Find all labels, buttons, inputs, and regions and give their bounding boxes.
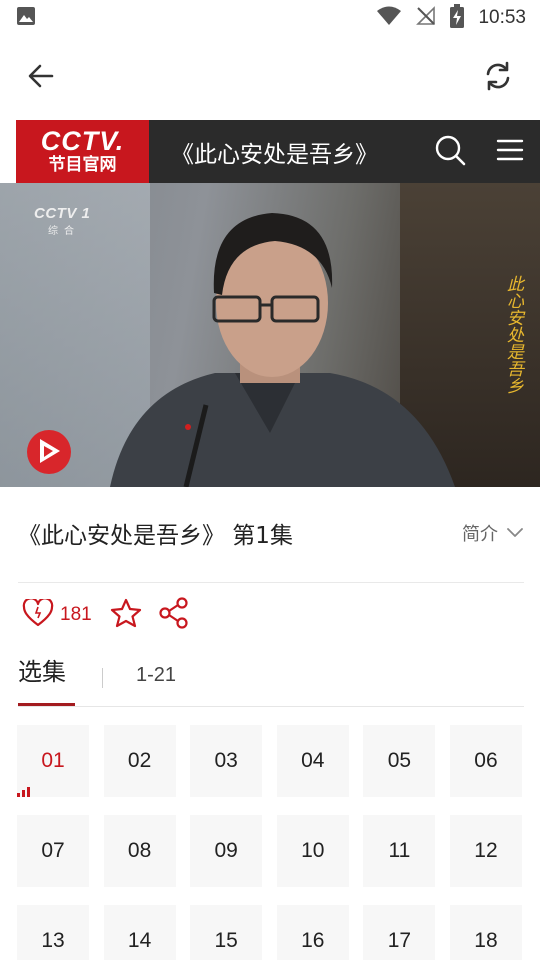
back-arrow-icon[interactable] xyxy=(26,61,56,95)
episode-button[interactable]: 01 xyxy=(17,725,89,797)
episode-number: 13 xyxy=(41,929,65,952)
episode-button[interactable]: 05 xyxy=(363,725,436,797)
now-playing-icon xyxy=(17,787,30,797)
episode-number: 01 xyxy=(41,749,65,772)
channel-logo: CCTV 1 综合 xyxy=(34,205,90,237)
episode-number: 14 xyxy=(127,929,152,952)
app-bar xyxy=(0,36,540,120)
episode-number: 02 xyxy=(127,749,152,772)
episode-number: 18 xyxy=(474,929,498,952)
episode-number: 06 xyxy=(474,749,498,772)
episode-button[interactable]: 16 xyxy=(276,905,349,960)
episode-number: 04 xyxy=(301,749,325,772)
site-title: 《此心安处是吾乡》 xyxy=(171,141,378,168)
logo-line2: 节目官网 xyxy=(48,154,117,175)
episode-number: 03 xyxy=(214,749,238,772)
episode-button[interactable]: 14 xyxy=(103,905,176,960)
episode-number: 17 xyxy=(387,929,412,952)
status-time: 10:53 xyxy=(478,7,526,28)
episode-button[interactable]: 04 xyxy=(276,725,349,797)
video-player[interactable]: CCTV 1 综合 此心安处是吾乡 xyxy=(0,183,540,487)
episode-number: 11 xyxy=(388,839,411,862)
episode-button[interactable]: 10 xyxy=(276,815,349,887)
star-icon[interactable] xyxy=(110,598,142,632)
episode-button[interactable]: 02 xyxy=(103,725,176,797)
episode-button[interactable]: 12 xyxy=(449,815,522,887)
image-icon xyxy=(16,6,36,30)
episode-title: 《此心安处是吾乡》 第1集 xyxy=(18,523,293,549)
tabs-divider xyxy=(18,706,524,707)
like-count: 181 xyxy=(60,604,92,625)
episode-button[interactable]: 13 xyxy=(17,905,89,960)
episode-button[interactable]: 11 xyxy=(363,815,436,887)
episode-grid: 01 02 03 04 05 06 07 08 09 10 11 12 13 1… xyxy=(17,725,527,960)
site-header: CCTV. 节目官网 《此心安处是吾乡》 xyxy=(16,120,540,183)
episode-number: 16 xyxy=(301,929,325,952)
play-logo-icon xyxy=(26,429,72,479)
wifi-icon xyxy=(376,6,402,30)
logo-line1: CCTV. xyxy=(40,125,125,156)
episode-button[interactable]: 09 xyxy=(190,815,263,887)
tab-episodes[interactable]: 选集 xyxy=(18,652,66,687)
episode-title-row: 《此心安处是吾乡》 第1集 简介 xyxy=(18,505,524,561)
episode-button[interactable]: 18 xyxy=(449,905,522,960)
episode-button[interactable]: 06 xyxy=(449,725,522,797)
share-icon[interactable] xyxy=(158,597,190,633)
episode-number: 05 xyxy=(387,749,412,772)
video-watermark: 此心安处是吾乡 xyxy=(503,275,523,394)
cctv-logo[interactable]: CCTV. 节目官网 xyxy=(16,120,149,183)
chevron-down-icon xyxy=(506,523,524,544)
intro-label: 简介 xyxy=(462,524,498,545)
episode-number: 08 xyxy=(127,839,152,862)
episode-number: 15 xyxy=(214,929,238,952)
episode-number: 07 xyxy=(41,839,65,862)
tab-range[interactable]: 1-21 xyxy=(136,664,176,687)
battery-charging-icon xyxy=(450,4,465,32)
heart-icon[interactable] xyxy=(22,597,54,631)
search-icon[interactable] xyxy=(434,134,466,170)
menu-icon[interactable] xyxy=(496,138,524,166)
episode-button[interactable]: 17 xyxy=(363,905,436,960)
divider xyxy=(18,582,524,583)
episode-button[interactable]: 08 xyxy=(103,815,176,887)
channel-sub-text: 综合 xyxy=(48,226,80,237)
no-signal-icon xyxy=(416,6,436,30)
intro-toggle[interactable]: 简介 xyxy=(462,520,524,546)
episode-number: 09 xyxy=(214,839,238,862)
refresh-icon[interactable] xyxy=(482,60,514,96)
episode-button[interactable]: 15 xyxy=(190,905,263,960)
episode-button[interactable]: 03 xyxy=(190,725,263,797)
status-bar: 10:53 xyxy=(0,0,540,36)
tab-separator xyxy=(102,668,103,688)
episode-number: 10 xyxy=(301,839,325,862)
action-bar: 181 xyxy=(22,597,190,633)
episode-number: 12 xyxy=(474,839,498,862)
channel-logo-text: CCTV 1 xyxy=(34,205,91,222)
episode-tabs: 选集 1-21 xyxy=(18,652,524,708)
episode-button[interactable]: 07 xyxy=(17,815,89,887)
